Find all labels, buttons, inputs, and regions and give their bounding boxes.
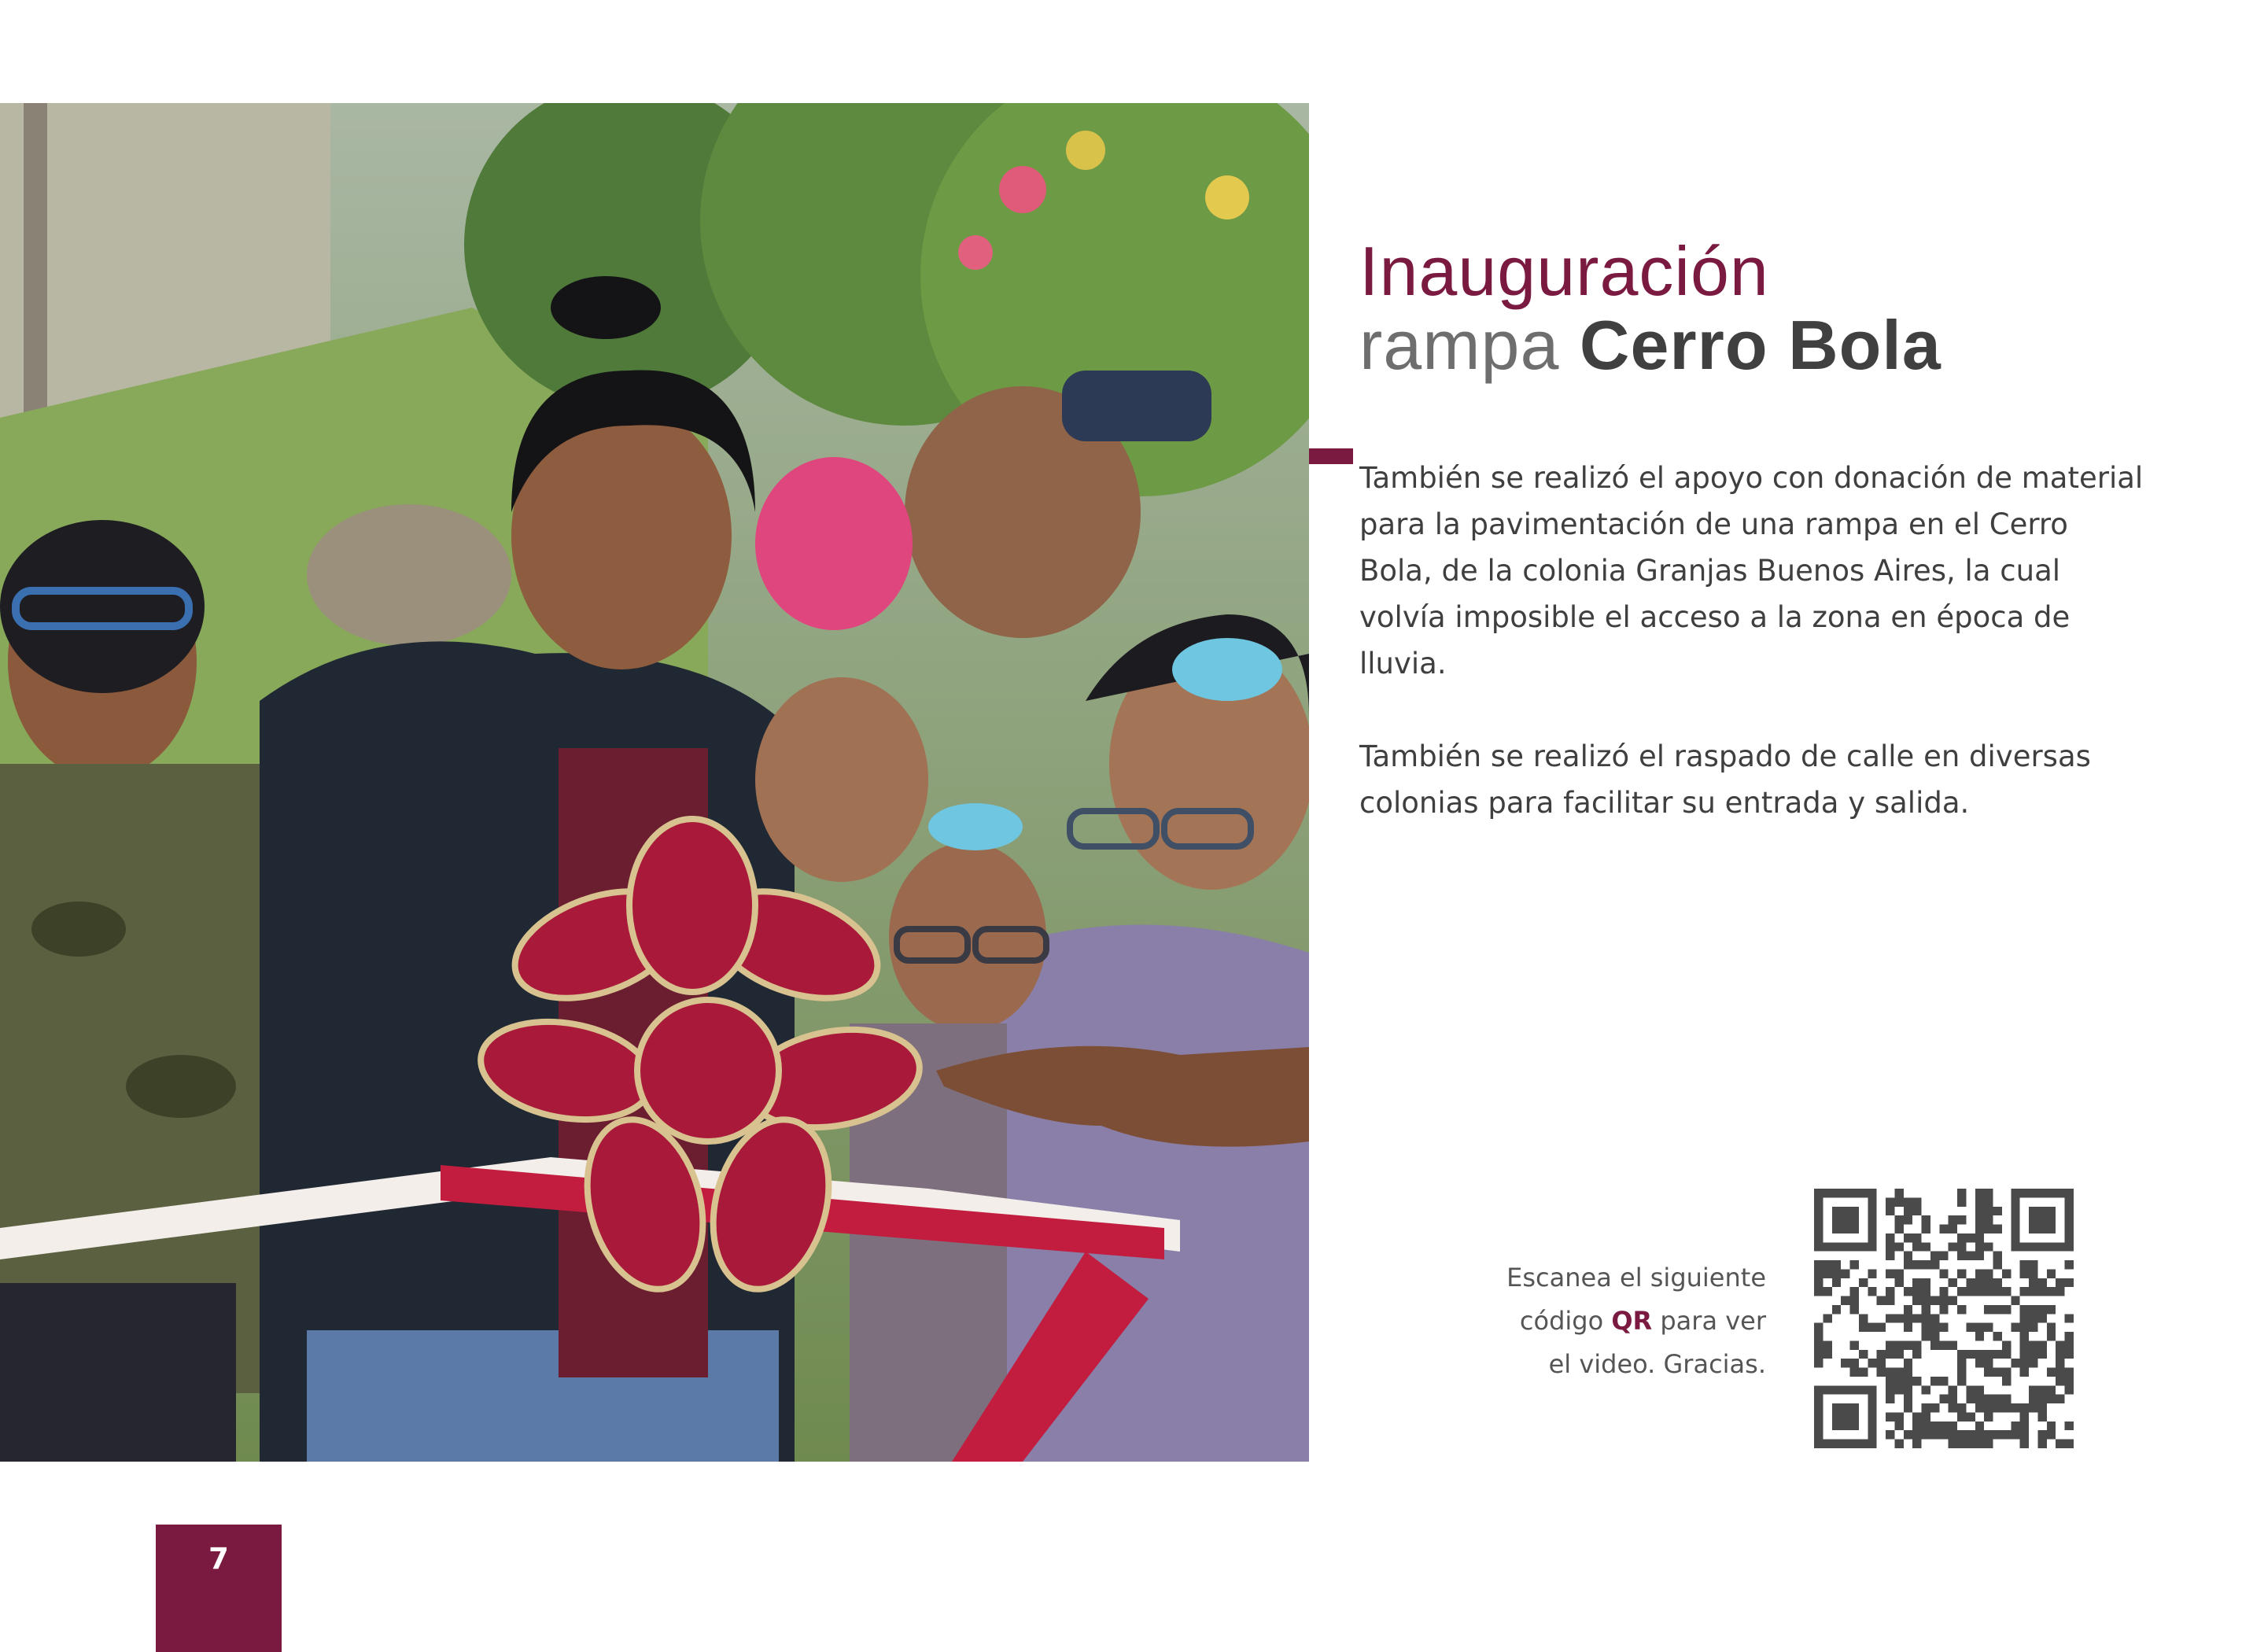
qr-code-graphic: [1814, 1189, 2074, 1448]
body-paragraph-1: También se realizó el apoyo con donación…: [1359, 461, 2144, 680]
title-line-2-bold: Cerro Bola: [1579, 306, 1941, 384]
page-number-box: 7: [156, 1525, 282, 1652]
qr-code-icon[interactable]: [1814, 1189, 2074, 1448]
title-line-2-light: rampa: [1359, 306, 1560, 384]
title-line-1: Inauguración: [1359, 232, 1769, 310]
qr-instructions-pre: código: [1519, 1306, 1604, 1336]
body-paragraph-2: También se realizó el raspado de calle e…: [1359, 739, 2091, 820]
page-number: 7: [208, 1542, 229, 1576]
qr-instructions-line-2: código QR para ver: [1463, 1300, 1766, 1343]
qr-instructions-post: para ver: [1660, 1306, 1766, 1336]
body-text: También se realizó el apoyo con donación…: [1359, 455, 2146, 872]
event-photo: [0, 103, 1309, 1462]
qr-label: QR: [1611, 1306, 1653, 1336]
qr-instructions-line-1: Escanea el siguiente: [1506, 1263, 1766, 1292]
qr-instructions: Escanea el siguiente código QR para ver …: [1463, 1256, 1766, 1386]
photo-illustration: [0, 103, 1309, 1462]
title-line-2: rampa Cerro Bola: [1359, 308, 1941, 382]
page-title: Inauguración rampa Cerro Bola: [1359, 234, 1941, 382]
accent-bar: [1309, 448, 1353, 464]
qr-instructions-line-3: el video. Gracias.: [1548, 1349, 1766, 1379]
